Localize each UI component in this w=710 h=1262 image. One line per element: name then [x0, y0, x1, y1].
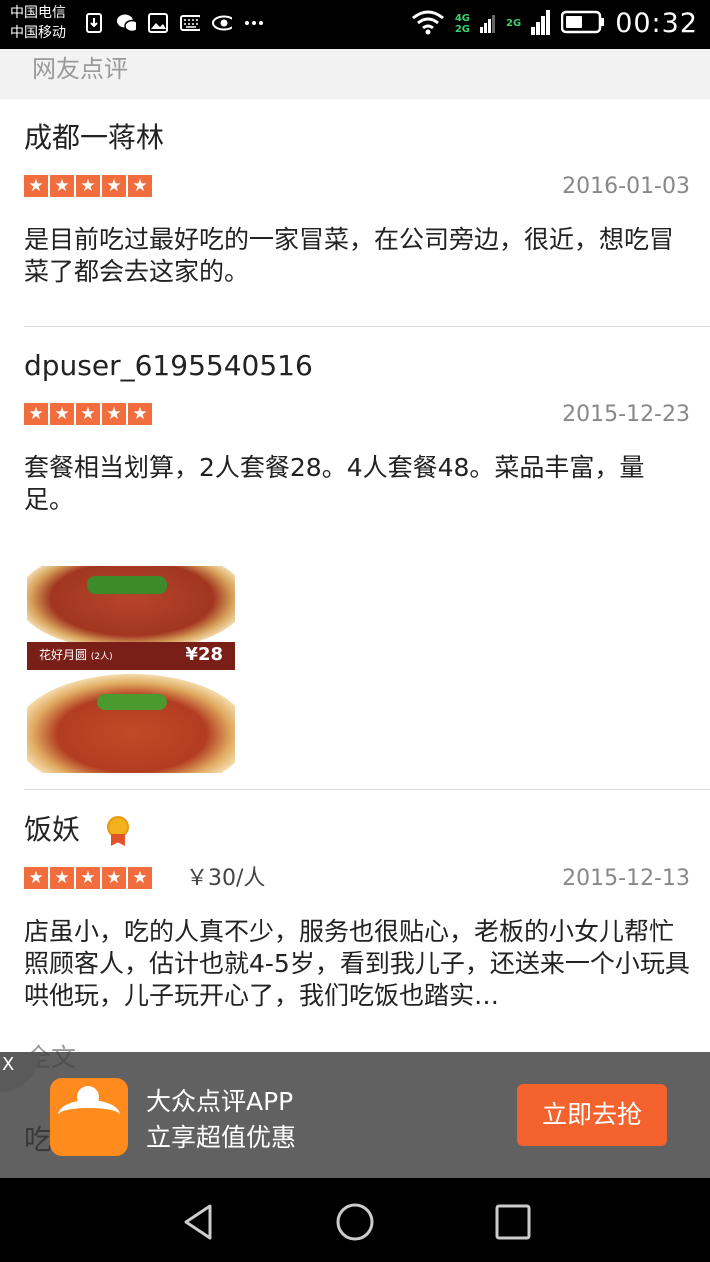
star-rating: ★ ★ ★ ★ ★: [24, 175, 152, 197]
recents-button[interactable]: [491, 1200, 535, 1244]
review-item[interactable]: 成都一蒋林 ★ ★ ★ ★ ★ 2016-01-03 是目前吃过最好吃的一家冒菜…: [24, 118, 710, 288]
promo-subtitle: 立享超值优惠: [146, 1123, 297, 1152]
star-icon: ★: [102, 403, 126, 425]
review-item[interactable]: 饭妖 ★ ★ ★ ★ ★ ￥30/人 2015-12-13 店虽小，吃的人真不少…: [24, 810, 710, 1012]
wifi-icon: [411, 9, 445, 39]
network-2g-single: 2G: [506, 18, 522, 29]
photo-caption-sub: (2人): [90, 652, 113, 662]
sim-icon: [84, 12, 104, 34]
review-photo[interactable]: 花好月圆 (2人) ¥28: [27, 566, 235, 773]
reviewer-name: dpuser_6195540516: [24, 349, 313, 382]
garnish: [97, 694, 167, 710]
notification-icons: [84, 12, 264, 34]
home-icon: [336, 1203, 374, 1241]
review-text: 套餐相当划算，2人套餐28。4人套餐48。菜品丰富，量足。: [24, 453, 645, 514]
star-rating: ★ ★ ★ ★ ★: [24, 403, 152, 425]
rating-row: ★ ★ ★ ★ ★ 2015-12-23: [24, 400, 710, 430]
reviewer-name: 饭妖: [24, 813, 81, 846]
star-icon: ★: [50, 175, 74, 197]
signal-icon-1: [480, 11, 496, 37]
network-4g: 4G: [454, 12, 471, 24]
keyboard-icon: [180, 12, 200, 34]
star-icon: ★: [24, 403, 48, 425]
navigation-bar: [0, 1178, 710, 1262]
app-promo-banner[interactable]: X 大众点评APP 立享超值优惠 立即去抢: [0, 1052, 710, 1178]
network-2g: 2G: [454, 23, 471, 35]
back-icon: [184, 1204, 212, 1240]
gallery-icon: [148, 12, 168, 34]
garnish: [87, 576, 167, 594]
network-type: 4G 2G: [455, 13, 470, 35]
back-button[interactable]: [176, 1200, 220, 1244]
reviewer-name-row: 饭妖: [24, 810, 710, 850]
clock: 00:32: [615, 8, 698, 39]
star-icon: ★: [128, 403, 152, 425]
signal-icon-2: [531, 9, 551, 39]
star-icon: ★: [76, 403, 100, 425]
review-text: 是目前吃过最好吃的一家冒菜，在公司旁边，很近，想吃冒菜了都会去这家的。: [24, 225, 675, 286]
review-date: 2015-12-23: [562, 402, 690, 427]
section-title: 网友点评: [32, 55, 128, 83]
wechat-icon: [116, 12, 136, 34]
price-per-person: ￥30/人: [186, 866, 266, 891]
status-bar: 中国电信 中国移动 4G 2G 2G 00:32: [0, 0, 710, 49]
star-icon: ★: [50, 867, 74, 889]
photo-caption-name: 花好月圆: [39, 648, 88, 662]
rating-row: ★ ★ ★ ★ ★ 2016-01-03: [24, 172, 710, 202]
system-indicators: 4G 2G 2G 00:32: [411, 8, 698, 39]
review-date: 2015-12-13: [562, 866, 690, 891]
star-icon: ★: [76, 175, 100, 197]
close-button[interactable]: X: [0, 1052, 40, 1092]
recents-icon: [495, 1204, 531, 1240]
food-bowl-image: [27, 674, 235, 773]
review-date: 2016-01-03: [562, 174, 690, 199]
star-icon: ★: [128, 175, 152, 197]
review-item[interactable]: dpuser_6195540516 ★ ★ ★ ★ ★ 2015-12-23 套…: [24, 346, 710, 516]
promo-title: 大众点评APP: [146, 1087, 294, 1116]
star-icon: ★: [128, 867, 152, 889]
reviewer-name: 成都一蒋林: [24, 121, 165, 154]
carrier-info: 中国电信 中国移动: [10, 3, 66, 43]
medal-icon: [105, 816, 131, 846]
photo-price: ¥28: [185, 644, 223, 665]
star-rating: ★ ★ ★ ★ ★: [24, 867, 152, 889]
divider: [24, 326, 710, 327]
network-type-2: 2G: [506, 18, 521, 29]
close-icon: X: [2, 1054, 15, 1075]
divider: [24, 789, 710, 790]
star-icon: ★: [24, 867, 48, 889]
more-icon: [244, 12, 264, 34]
section-header: 网友点评: [0, 49, 710, 99]
star-icon: ★: [50, 403, 74, 425]
review-text: 店虽小，吃的人真不少，服务也很贴心，老板的小女儿帮忙照顾客人，估计也就4-5岁，…: [24, 917, 690, 1010]
battery-icon: [560, 10, 605, 38]
photo-caption: 花好月圆 (2人): [39, 646, 113, 663]
star-icon: ★: [102, 867, 126, 889]
star-icon: ★: [76, 867, 100, 889]
rating-row: ★ ★ ★ ★ ★ ￥30/人 2015-12-13: [24, 864, 710, 894]
eye-icon: [212, 12, 232, 34]
home-button[interactable]: [333, 1200, 377, 1244]
star-icon: ★: [24, 175, 48, 197]
carrier-1: 中国电信: [10, 5, 66, 21]
carrier-2: 中国移动: [10, 25, 66, 41]
star-icon: ★: [102, 175, 126, 197]
dianping-logo-icon: [50, 1078, 128, 1156]
grab-now-button[interactable]: 立即去抢: [517, 1084, 667, 1146]
